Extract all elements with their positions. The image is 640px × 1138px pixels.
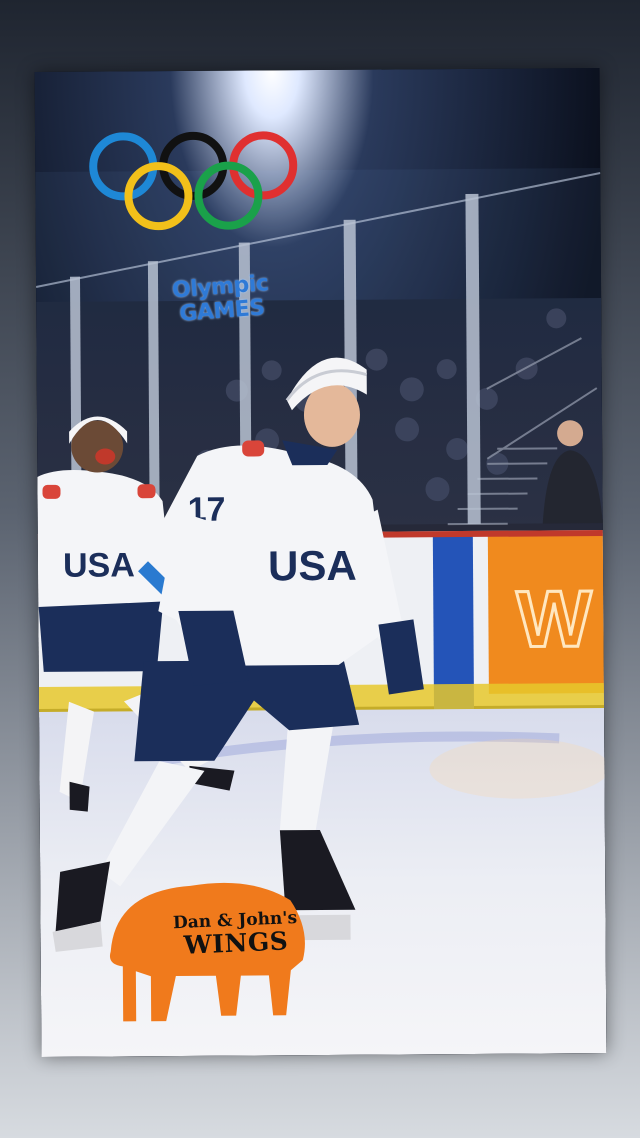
olympic-games-caption: Olympic GAMES bbox=[159, 271, 282, 328]
board-sign-text: W bbox=[516, 574, 593, 664]
jersey-text-background: USA bbox=[63, 546, 135, 585]
hockey-scene: W USA 17 USA bbox=[34, 68, 607, 1057]
sponsor-logo-text: Dan & John's WINGS bbox=[150, 907, 322, 960]
jersey-text-foreground: USA bbox=[268, 542, 357, 590]
photo-frame: W USA 17 USA Olympic GAMES Dan & John's … bbox=[34, 68, 607, 1057]
